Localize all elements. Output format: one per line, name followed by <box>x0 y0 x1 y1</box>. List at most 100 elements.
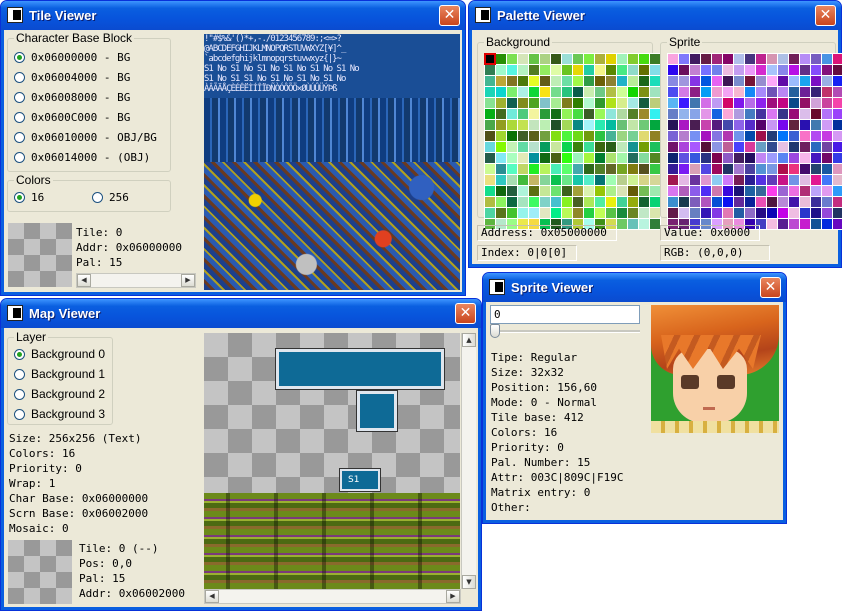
palette-swatch[interactable] <box>668 131 678 141</box>
palette-swatch[interactable] <box>617 186 627 196</box>
palette-swatch[interactable] <box>639 186 649 196</box>
scroll-down-icon[interactable]: ▼ <box>462 575 476 589</box>
radio-button[interactable] <box>14 409 25 420</box>
palette-swatch[interactable] <box>745 120 755 130</box>
palette-swatch[interactable] <box>833 175 842 185</box>
palette-swatch[interactable] <box>789 131 799 141</box>
radio-button[interactable] <box>14 92 25 103</box>
palette-swatch[interactable] <box>811 54 821 64</box>
palette-swatch[interactable] <box>690 98 700 108</box>
palette-swatch[interactable] <box>690 142 700 152</box>
palette-swatch[interactable] <box>650 219 660 229</box>
palette-swatch[interactable] <box>595 76 605 86</box>
palette-swatch[interactable] <box>811 197 821 207</box>
palette-swatch[interactable] <box>496 175 506 185</box>
palette-swatch[interactable] <box>540 131 550 141</box>
palette-swatch[interactable] <box>595 54 605 64</box>
palette-swatch[interactable] <box>833 153 842 163</box>
palette-swatch[interactable] <box>745 54 755 64</box>
palette-swatch[interactable] <box>701 142 711 152</box>
palette-swatch[interactable] <box>679 142 689 152</box>
palette-swatch[interactable] <box>650 186 660 196</box>
palette-swatch[interactable] <box>767 76 777 86</box>
palette-swatch[interactable] <box>767 87 777 97</box>
palette-swatch[interactable] <box>811 153 821 163</box>
palette-swatch[interactable] <box>540 208 550 218</box>
map-horizontal-scrollbar[interactable]: ◀ ▶ <box>204 589 461 604</box>
palette-swatch[interactable] <box>496 98 506 108</box>
palette-swatch[interactable] <box>562 120 572 130</box>
palette-swatch[interactable] <box>712 76 722 86</box>
palette-swatch[interactable] <box>628 87 638 97</box>
palette-swatch[interactable] <box>639 54 649 64</box>
palette-swatch[interactable] <box>822 208 832 218</box>
palette-swatch[interactable] <box>723 208 733 218</box>
palette-swatch[interactable] <box>496 65 506 75</box>
palette-swatch[interactable] <box>639 164 649 174</box>
palette-swatch[interactable] <box>756 164 766 174</box>
palette-swatch[interactable] <box>485 87 495 97</box>
palette-swatch[interactable] <box>485 131 495 141</box>
palette-swatch[interactable] <box>822 54 832 64</box>
palette-swatch[interactable] <box>690 197 700 207</box>
palette-swatch[interactable] <box>606 109 616 119</box>
palette-swatch[interactable] <box>767 54 777 64</box>
palette-swatch[interactable] <box>529 120 539 130</box>
radio-button[interactable] <box>14 349 25 360</box>
palette-swatch[interactable] <box>701 76 711 86</box>
scroll-right-icon[interactable]: ▶ <box>181 274 195 287</box>
palette-swatch[interactable] <box>712 142 722 152</box>
palette-swatch[interactable] <box>540 120 550 130</box>
radio-button[interactable] <box>14 112 25 123</box>
palette-swatch[interactable] <box>628 153 638 163</box>
palette-swatch[interactable] <box>701 186 711 196</box>
palette-swatch[interactable] <box>745 109 755 119</box>
palette-swatch[interactable] <box>833 76 842 86</box>
sprite-viewer-titlebar[interactable]: Sprite Viewer ✕ <box>483 273 786 302</box>
palette-swatch[interactable] <box>679 164 689 174</box>
palette-swatch[interactable] <box>811 87 821 97</box>
palette-swatch[interactable] <box>540 98 550 108</box>
palette-swatch[interactable] <box>595 208 605 218</box>
tile-sheet-canvas[interactable]: !"#$%&'()*+,-./0123456789:;<=>? @ABCDEFG… <box>204 34 460 290</box>
palette-swatch[interactable] <box>518 109 528 119</box>
palette-swatch[interactable] <box>496 208 506 218</box>
slider-thumb[interactable] <box>490 324 500 338</box>
palette-swatch[interactable] <box>833 142 842 152</box>
palette-swatch[interactable] <box>628 175 638 185</box>
palette-swatch[interactable] <box>496 186 506 196</box>
palette-swatch[interactable] <box>767 120 777 130</box>
palette-swatch[interactable] <box>518 87 528 97</box>
palette-swatch[interactable] <box>712 208 722 218</box>
palette-swatch[interactable] <box>756 87 766 97</box>
palette-swatch[interactable] <box>734 54 744 64</box>
close-icon[interactable]: ✕ <box>815 5 836 26</box>
palette-swatch[interactable] <box>767 164 777 174</box>
palette-swatch[interactable] <box>679 76 689 86</box>
palette-swatch[interactable] <box>507 131 517 141</box>
palette-swatch[interactable] <box>800 98 810 108</box>
palette-swatch[interactable] <box>679 197 689 207</box>
palette-swatch[interactable] <box>507 175 517 185</box>
palette-swatch[interactable] <box>668 54 678 64</box>
palette-viewer-window[interactable]: Palette Viewer ✕ Background Sprite Addre… <box>468 0 842 268</box>
palette-swatch[interactable] <box>690 131 700 141</box>
palette-swatch[interactable] <box>606 175 616 185</box>
palette-swatch[interactable] <box>595 197 605 207</box>
palette-swatch[interactable] <box>833 65 842 75</box>
layer-option-3[interactable]: Background 3 <box>14 407 105 421</box>
palette-swatch[interactable] <box>690 186 700 196</box>
palette-swatch[interactable] <box>811 65 821 75</box>
palette-swatch[interactable] <box>679 98 689 108</box>
palette-swatch[interactable] <box>595 142 605 152</box>
palette-swatch[interactable] <box>496 87 506 97</box>
palette-swatch[interactable] <box>551 208 561 218</box>
palette-swatch[interactable] <box>822 120 832 130</box>
palette-swatch[interactable] <box>778 131 788 141</box>
palette-swatch[interactable] <box>789 197 799 207</box>
palette-swatch[interactable] <box>668 87 678 97</box>
palette-swatch[interactable] <box>650 131 660 141</box>
palette-swatch[interactable] <box>551 87 561 97</box>
palette-swatch[interactable] <box>496 76 506 86</box>
palette-swatch[interactable] <box>573 109 583 119</box>
